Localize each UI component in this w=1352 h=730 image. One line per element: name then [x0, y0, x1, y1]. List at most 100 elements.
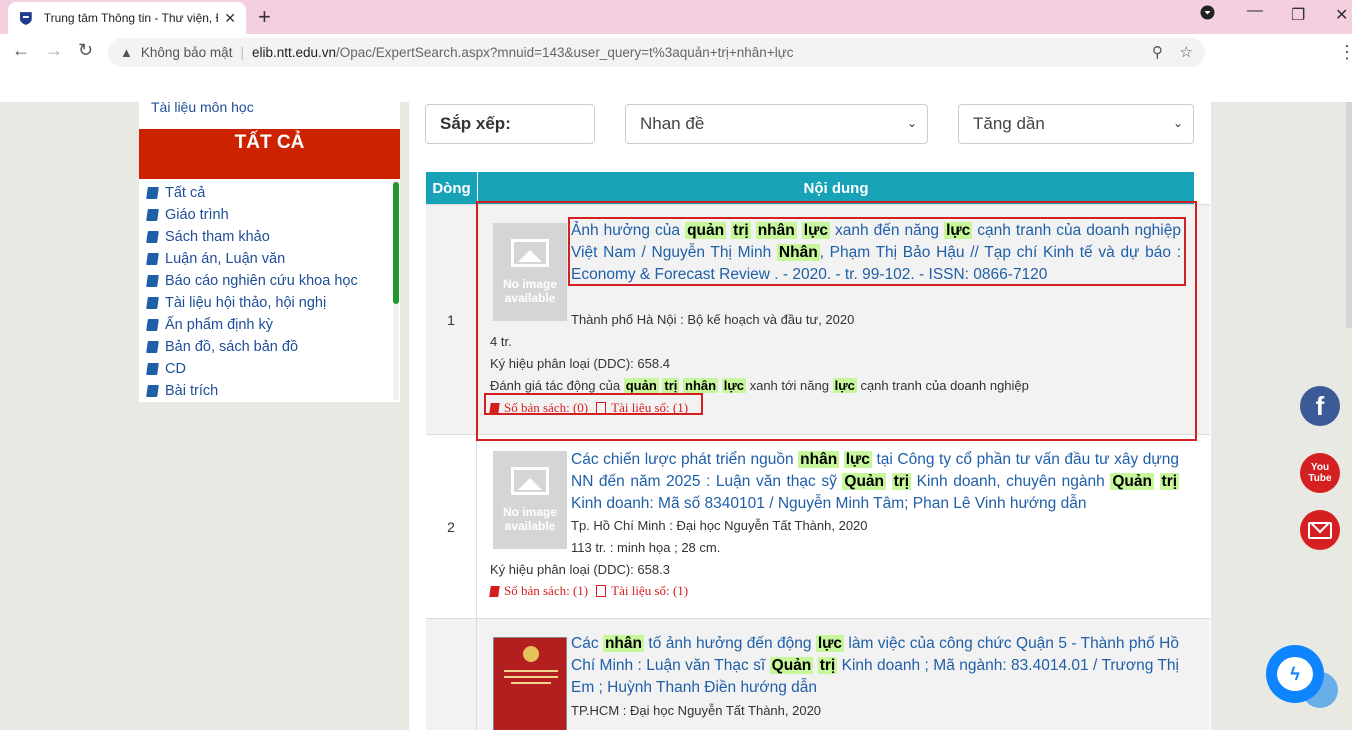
- search-term-highlight[interactable]: trị: [891, 473, 912, 490]
- category-sidebar: Tài liệu môn học TẤT CẢ Tất cả Giáo trìn…: [139, 102, 400, 402]
- category-item[interactable]: Tất cả: [139, 182, 394, 204]
- text-segment[interactable]: Các chiến lược phát triển nguồn: [571, 451, 798, 468]
- result-title-link[interactable]: Các nhân tố ảnh hưởng đến động lực làm v…: [571, 633, 1179, 699]
- result-title-link[interactable]: Các chiến lược phát triển nguồn nhân lực…: [571, 449, 1180, 515]
- chevron-down-icon[interactable]: ⌄: [907, 116, 917, 130]
- row-number: [426, 619, 477, 730]
- browser-tab[interactable]: Trung tâm Thông tin - Thư viện, Đ ✕: [8, 2, 246, 34]
- back-icon[interactable]: ←: [12, 40, 30, 61]
- text-segment[interactable]: [886, 473, 892, 490]
- column-header-content: Nội dung: [478, 172, 1194, 204]
- zoom-icon[interactable]: ⚲: [1152, 44, 1163, 61]
- book-cover-thumbnail[interactable]: [493, 637, 567, 730]
- book-icon: [146, 253, 159, 265]
- sort-order-select[interactable]: Tăng dần ⌄: [958, 104, 1194, 144]
- page-scrollbar[interactable]: [1346, 102, 1352, 328]
- no-image-placeholder[interactable]: No image available: [493, 451, 567, 549]
- facebook-icon[interactable]: f: [1300, 386, 1340, 426]
- category-label[interactable]: Luận án, Luận văn: [165, 251, 285, 267]
- maximize-icon[interactable]: ❐: [1291, 5, 1305, 25]
- highlight-box-title: [568, 217, 1186, 286]
- search-term-highlight[interactable]: trị: [817, 657, 838, 674]
- search-term-highlight[interactable]: lực: [843, 451, 872, 468]
- url-host[interactable]: elib.ntt.edu.vn: [252, 45, 336, 60]
- category-item[interactable]: Bản đồ, sách bản đồ: [139, 336, 394, 358]
- url-path[interactable]: /Opac/ExpertSearch.aspx?mnuid=143&user_q…: [336, 45, 793, 60]
- book-icon: [146, 319, 159, 331]
- publisher-info: Tp. Hồ Chí Minh : Đại học Nguyễn Tất Thà…: [571, 518, 868, 533]
- book-icon: [146, 341, 159, 353]
- category-label[interactable]: Giáo trình: [165, 207, 229, 223]
- category-list: Tất cả Giáo trình Sách tham khảo Luận án…: [139, 182, 394, 402]
- category-item[interactable]: Bài trích: [139, 380, 394, 402]
- text-segment[interactable]: Các: [571, 635, 603, 652]
- search-term-highlight[interactable]: Quản: [842, 473, 887, 490]
- digital-document-link[interactable]: Tài liệu số: (1): [611, 583, 688, 599]
- cover-seal-icon: [523, 646, 539, 662]
- category-label[interactable]: Ấn phẩm định kỳ: [165, 317, 273, 333]
- tab-close-icon[interactable]: ✕: [224, 10, 236, 27]
- sidebar-item-course-materials[interactable]: Tài liệu môn học: [139, 102, 400, 122]
- category-item[interactable]: Luận án, Luận văn: [139, 248, 394, 270]
- category-label[interactable]: Báo cáo nghiên cứu khoa học: [165, 273, 358, 289]
- search-term-highlight[interactable]: Quản: [1110, 473, 1154, 490]
- book-icon: [146, 297, 159, 309]
- book-icon: [489, 585, 500, 597]
- category-item[interactable]: Tài liệu hội thảo, hội nghị: [139, 292, 394, 314]
- warning-icon[interactable]: ▲: [120, 45, 133, 60]
- category-label[interactable]: Sách tham khảo: [165, 229, 270, 245]
- reload-icon[interactable]: ↻: [78, 40, 93, 61]
- book-icon: [146, 231, 159, 243]
- search-term-highlight[interactable]: nhân: [602, 635, 644, 652]
- text-segment[interactable]: tố ảnh hưởng đến động: [644, 635, 816, 652]
- no-image-text: available: [504, 519, 556, 533]
- close-window-icon[interactable]: ✕: [1335, 5, 1348, 25]
- copies-link[interactable]: Số bản sách: (1): [504, 583, 588, 599]
- text-segment[interactable]: Kinh doanh: Mã số 8340101 / Nguyễn Minh …: [571, 495, 1086, 512]
- minimize-icon[interactable]: —: [1247, 2, 1263, 20]
- image-placeholder-icon: [511, 467, 549, 495]
- availability-links: Số bản sách: (1) Tài liệu số: (1): [489, 583, 688, 599]
- category-label[interactable]: Tài liệu hội thảo, hội nghị: [165, 295, 326, 311]
- page-count: 113 tr. : minh họa ; 28 cm.: [571, 540, 721, 555]
- youtube-icon[interactable]: You Tube: [1300, 453, 1340, 493]
- search-term-highlight[interactable]: lực: [815, 635, 845, 652]
- category-item[interactable]: Sách tham khảo: [139, 226, 394, 248]
- publisher-info: TP.HCM : Đại học Nguyễn Tất Thành, 2020: [571, 703, 822, 718]
- messenger-icon[interactable]: ϟ: [1266, 645, 1324, 703]
- category-item[interactable]: Báo cáo nghiên cứu khoa học: [139, 270, 394, 292]
- forward-icon[interactable]: →: [45, 40, 63, 61]
- category-item[interactable]: Giáo trình: [139, 204, 394, 226]
- text-segment[interactable]: [1154, 473, 1160, 490]
- text-segment[interactable]: Kinh doanh, chuyên ngành: [911, 473, 1110, 490]
- email-icon[interactable]: [1300, 510, 1340, 550]
- url-omnibox[interactable]: ▲ Không bảo mật | elib.ntt.edu.vn/Opac/E…: [108, 38, 1205, 67]
- category-label[interactable]: Bản đồ, sách bản đồ: [165, 339, 298, 355]
- sort-field-value[interactable]: Nhan đề: [640, 114, 704, 134]
- search-term-highlight[interactable]: nhân: [798, 451, 840, 468]
- sort-order-value[interactable]: Tăng dần: [973, 114, 1045, 134]
- book-icon: [146, 385, 159, 397]
- book-icon: [146, 187, 159, 199]
- category-header: TẤT CẢ: [139, 129, 400, 179]
- sort-field-select[interactable]: Nhan đề ⌄: [625, 104, 928, 144]
- category-label[interactable]: CD: [165, 361, 186, 377]
- browser-menu-icon[interactable]: ⋮: [1338, 42, 1352, 63]
- profile-dropdown-icon[interactable]: [1200, 5, 1215, 25]
- sidebar-scrollbar-thumb[interactable]: [393, 182, 399, 304]
- search-term-highlight[interactable]: Quản: [769, 657, 814, 674]
- ddc-classification: Ký hiệu phân loại (DDC): 658.3: [490, 562, 670, 577]
- category-label[interactable]: Bài trích: [165, 383, 218, 399]
- tab-title: Trung tâm Thông tin - Thư viện, Đ: [43, 11, 219, 25]
- highlight-box-links: [484, 393, 703, 415]
- bookmark-star-icon[interactable]: ☆: [1180, 44, 1193, 61]
- category-item[interactable]: CD: [139, 358, 394, 380]
- not-secure-label[interactable]: Không bảo mật: [141, 45, 233, 60]
- category-label[interactable]: Tất cả: [165, 185, 205, 201]
- new-tab-button[interactable]: +: [258, 4, 271, 30]
- category-item[interactable]: Ấn phẩm định kỳ: [139, 314, 394, 336]
- chevron-down-icon[interactable]: ⌄: [1173, 116, 1183, 130]
- sort-label: Sắp xếp:: [425, 104, 595, 144]
- book-icon: [146, 275, 159, 287]
- search-term-highlight[interactable]: trị: [1159, 473, 1180, 490]
